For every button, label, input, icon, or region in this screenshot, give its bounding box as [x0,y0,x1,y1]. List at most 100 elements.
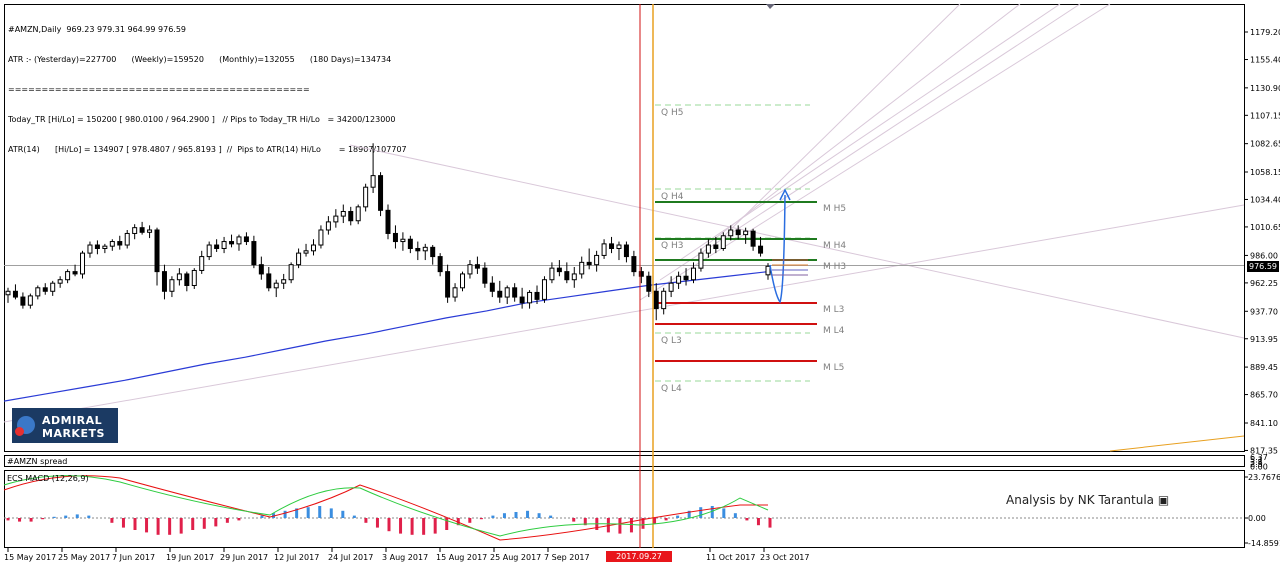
candle-body [661,290,667,310]
candle-body [251,241,257,266]
candle-body [690,267,696,281]
candle-body [80,252,86,275]
analysis-watermark: Analysis by NK Tarantula ▣ [1006,493,1169,507]
macd-bar [502,513,506,518]
macd-bar [133,518,137,530]
time-tick-label: 12 Jul 2017 [274,553,319,562]
pivot-levels: Q H5 Q H4 Q H3 Q L3 Q L4 M H5 M H4 M H3 M L3 M L4… [655,104,846,394]
quarter-level-label: Q L3 [661,336,682,346]
candle-body [50,282,56,292]
trend-line [639,3,1111,301]
price-tick-label: 1034.40 [1250,195,1280,204]
main-pane[interactable] [4,4,1245,452]
candle-body [169,279,175,292]
macd-bar [364,518,368,523]
macd-indicator-label: ECS MACD (12,26,9) [7,474,89,483]
candle-body [296,252,302,266]
time-tick-label: 19 Jun 2017 [166,553,214,562]
candle-body [184,273,190,286]
time-tick-label: 7 Sep 2017 [544,553,590,562]
candle-body [653,290,659,310]
monthly-level-label: M H3 [823,262,846,272]
price-tick-label: 841.10 [1250,419,1278,428]
macd-bar [722,508,726,518]
candle-body [281,279,287,284]
logo-line1: ADMIRAL [42,414,103,427]
macd-bar [329,508,333,518]
macd-pane[interactable] [4,470,1245,548]
time-tick-label: 7 Jun 2017 [112,553,155,562]
spread-pane[interactable] [4,455,1245,467]
candle-body [154,229,160,273]
candle-body [534,291,540,300]
macd-bar [6,518,10,521]
candle-body [363,186,369,208]
macd-bar [214,518,218,527]
macd-bar [526,510,530,518]
monthly-level-label: M L3 [823,305,844,315]
candle-body [415,247,421,252]
time-tick-label: 29 Jun 2017 [220,553,268,562]
spread-indicator-label: #AMZN spread [7,457,68,466]
macd-bar [191,518,195,530]
macd-bar [514,512,518,518]
candle-body [214,244,220,249]
candle-body [683,275,689,281]
projection-arrow [769,188,808,304]
time-tick-label: 15 May 2017 [4,553,56,562]
current-price-label: 976.59 [1247,261,1279,272]
candle-body [355,206,361,222]
macd-bar [29,518,33,522]
candle-body [586,261,592,266]
spread-tick-label: 0.00 [1250,463,1268,472]
analysis-text: Analysis by NK Tarantula [1006,493,1155,507]
candle-body [303,250,309,254]
trend-line [3,204,1245,423]
price-tick-label: 937.70 [1250,307,1278,316]
macd-bar [375,518,379,528]
price-tick-label: 1130.90 [1250,84,1280,93]
candle-body [124,232,130,246]
macd-bar [352,515,356,518]
macd-bar [699,507,703,518]
candle-body [407,238,413,249]
macd-bar [179,518,183,534]
candle-body [266,273,272,289]
candle-body [467,264,473,275]
candle-body [549,267,555,281]
candlesticks [5,143,771,321]
macd-bar [237,518,241,521]
quarter-level-label: Q H3 [661,241,683,251]
candle-body [42,287,48,292]
time-tick-label: 24 Jul 2017 [328,553,373,562]
candle-body [333,215,339,223]
macd-bar [87,515,91,518]
macd-bar [306,507,310,518]
macd-bar [491,515,495,518]
candle-body [758,245,764,254]
trend-lines [3,3,1245,452]
macd-bar [733,513,737,518]
candle-body [161,271,167,292]
quarter-level-label: Q L4 [661,384,682,394]
candle-body [646,275,652,292]
time-tick-label: 3 Aug 2017 [382,553,428,562]
time-tick-label: 11 Oct 2017 [706,553,755,562]
scroll-marker-icon [766,4,775,9]
candle-body [497,290,503,298]
quarter-level-label: Q H5 [661,108,683,118]
candle-body [5,290,11,296]
macd-tick-label: 23.7676 [1248,473,1280,482]
time-axis: 15 May 2017 25 May 2017 7 Jun 2017 19 Jun 2… [4,548,809,562]
candle-body [94,244,100,249]
candle-body [676,275,682,284]
price-tick-label: 1058.15 [1250,168,1280,177]
macd-bar [145,518,149,533]
price-chart[interactable]: Q H5 Q H4 Q H3 Q L3 Q L4 M H5 M H4 M H3 M L3 M L4… [0,0,1280,568]
candle-body [728,229,734,237]
macd-bar [283,510,287,518]
candle-body [243,236,249,243]
monthly-level-label: M H5 [823,204,846,214]
macd-bar [572,518,576,522]
macd-bar [399,518,403,534]
